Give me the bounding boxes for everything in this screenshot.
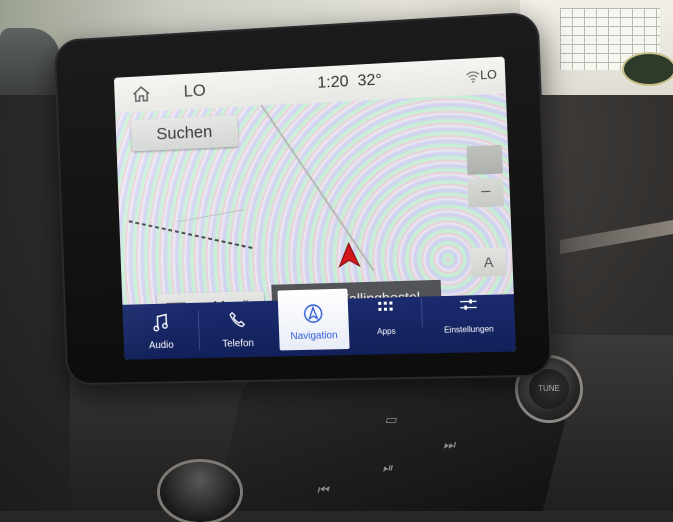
clock: 1:20 <box>317 73 349 92</box>
display-bezel: LO 1:20 32° LO Suchen – A Audio Telefon … <box>53 11 553 386</box>
wifi-icon <box>466 70 481 83</box>
background-car <box>0 28 60 98</box>
navigation-icon <box>303 303 322 323</box>
zoom-in-button[interactable] <box>466 144 503 175</box>
status-right-text: LO <box>479 67 498 83</box>
bottom-navigation-bar: Audio Telefon Navigation Apps Einstellun… <box>122 288 517 360</box>
tab-navigation[interactable]: Navigation <box>277 288 350 351</box>
volume-knob[interactable] <box>160 462 240 522</box>
music-note-icon <box>152 313 168 331</box>
tab-telefon[interactable]: Telefon <box>198 301 277 358</box>
tab-apps[interactable]: Apps <box>350 297 423 355</box>
play-pause-icon[interactable]: ⏯ <box>381 460 396 476</box>
background-badge <box>622 52 673 86</box>
navigation-map[interactable]: Suchen – A Menü N Bad Fallingbostel <box>115 93 514 324</box>
zoom-controls: – <box>466 144 505 212</box>
tab-label: Einstellungen <box>443 324 494 335</box>
tab-label: Telefon <box>222 338 255 350</box>
next-track-icon[interactable]: ⏭ <box>442 437 457 453</box>
infotainment-screen: LO 1:20 32° LO Suchen – A Audio Telefon … <box>113 56 517 360</box>
search-button[interactable]: Suchen <box>130 114 239 152</box>
status-left-text: LO <box>183 80 207 101</box>
zoom-out-button[interactable]: – <box>467 177 505 208</box>
tab-audio[interactable]: Audio <box>122 303 199 360</box>
tab-label: Navigation <box>290 330 338 343</box>
map-road <box>177 209 245 223</box>
apps-grid-icon <box>378 301 393 311</box>
settings-sliders-icon <box>459 299 476 310</box>
tab-einstellungen[interactable]: Einstellungen <box>422 294 516 353</box>
tab-label: Apps <box>376 326 396 337</box>
vehicle-position-arrow-icon <box>337 242 360 269</box>
home-icon[interactable] <box>131 85 151 104</box>
map-railway <box>128 220 253 249</box>
outside-temperature: 32° <box>357 71 383 90</box>
tab-label: Audio <box>148 339 174 352</box>
previous-track-icon[interactable]: ⏮ <box>316 482 331 498</box>
compass-button[interactable]: A <box>470 247 507 277</box>
phone-icon <box>229 311 245 327</box>
screen-button-icon[interactable]: ▭ <box>383 412 400 428</box>
